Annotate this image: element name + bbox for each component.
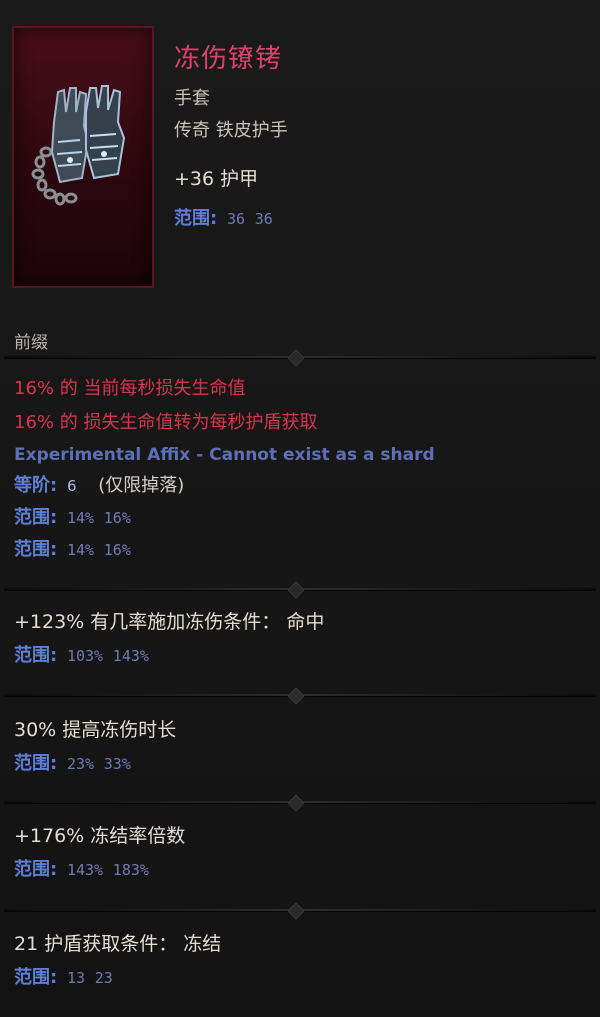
affix-line: 16% 的 当前每秒损失生命值: [14, 378, 246, 399]
range-label: 范围:: [14, 507, 58, 528]
affix-range: 范围: 14% 16%: [14, 534, 586, 566]
affix-range: 范围: 23% 33%: [14, 748, 586, 780]
affix-section: 30% 提高冻伤时长 范围: 23% 33%: [14, 712, 586, 780]
affix-section: +123% 有几率施加冻伤条件： 命中 范围: 103% 143%: [14, 604, 586, 672]
section-divider: [0, 349, 600, 367]
tier-note: (仅限掉落): [98, 475, 185, 496]
range-max: 143%: [112, 647, 149, 665]
affix-line: +123% 有几率施加冻伤条件： 命中: [14, 611, 325, 633]
item-type: 手套: [174, 88, 210, 109]
experimental-note: Experimental Affix - Cannot exist as a s…: [14, 445, 435, 465]
range-max: 16%: [103, 541, 131, 559]
range-max: 183%: [112, 861, 149, 879]
range-label: 范围:: [14, 539, 58, 560]
section-divider: [0, 581, 600, 599]
item-rarity: 传奇 铁皮护手: [174, 120, 288, 141]
affix-range: 范围: 13 23: [14, 962, 586, 994]
range-label: 范围:: [14, 859, 58, 880]
tier-value: 6: [66, 477, 77, 495]
range-label: 范围:: [174, 208, 218, 229]
affix-section: 21 护盾获取条件： 冻结 范围: 13 23: [14, 926, 586, 994]
section-divider: [0, 687, 600, 705]
affix-line: 30% 提高冻伤时长: [14, 719, 177, 741]
range-min: 36: [226, 210, 245, 228]
range-min: 14%: [66, 541, 95, 559]
range-max: 33%: [103, 755, 131, 773]
base-armor-stat: +36 护甲: [174, 168, 259, 190]
item-tooltip: 冻伤镣铐 手套 传奇 铁皮护手 +36 护甲 范围: 36 36 前缀 16% …: [0, 0, 600, 1017]
prefix-label: 前缀: [14, 333, 48, 353]
range-min: 143%: [66, 861, 104, 879]
affix-range: 范围: 103% 143%: [14, 640, 586, 672]
tier-label: 等阶:: [14, 475, 58, 496]
affix-tier: 等阶: 6 (仅限掉落): [14, 470, 586, 502]
range-label: 范围:: [14, 967, 58, 988]
item-name: 冻伤镣铐: [174, 44, 283, 74]
item-portrait[interactable]: [12, 26, 154, 288]
affix-line: 21 护盾获取条件： 冻结: [14, 933, 222, 955]
base-armor-range: 范围: 36 36: [174, 204, 273, 230]
affix-range: 范围: 143% 183%: [14, 854, 586, 886]
range-max: 36: [254, 210, 273, 228]
affix-section: +176% 冻结率倍数 范围: 143% 183%: [14, 818, 586, 886]
range-max: 16%: [103, 509, 131, 527]
range-min: 103%: [66, 647, 104, 665]
range-max: 23: [94, 969, 113, 987]
section-divider: [0, 902, 600, 920]
chained-gauntlets-icon: [31, 85, 126, 206]
range-min: 13: [66, 969, 85, 987]
range-label: 范围:: [14, 753, 58, 774]
range-label: 范围:: [14, 645, 58, 666]
affix-line: 16% 的 损失生命值转为每秒护盾获取: [14, 412, 318, 433]
affix-experimental: 16% 的 当前每秒损失生命值 16% 的 损失生命值转为每秒护盾获取 Expe…: [14, 372, 586, 566]
affix-range: 范围: 14% 16%: [14, 502, 586, 534]
affix-line: +176% 冻结率倍数: [14, 825, 186, 847]
range-min: 14%: [66, 509, 95, 527]
section-divider: [0, 794, 600, 812]
range-min: 23%: [66, 755, 95, 773]
